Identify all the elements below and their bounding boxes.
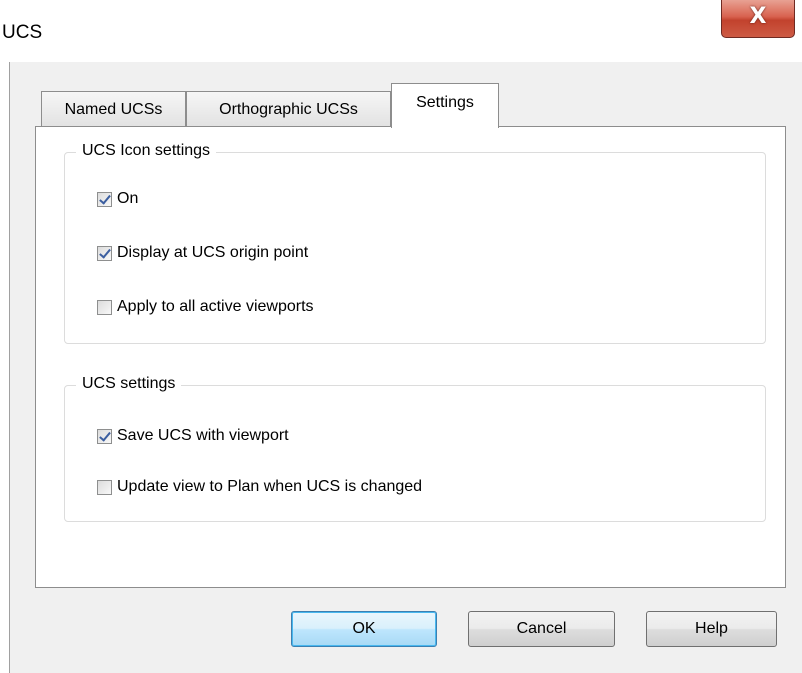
title-bar: UCS X xyxy=(0,0,802,62)
cancel-button[interactable]: Cancel xyxy=(468,611,615,647)
ok-button[interactable]: OK xyxy=(291,611,437,647)
close-button[interactable]: X xyxy=(721,0,795,38)
ucs-settings-title: UCS settings xyxy=(76,375,182,393)
checkbox-display-at-origin[interactable]: Display at UCS origin point xyxy=(97,244,308,262)
tab-settings[interactable]: Settings xyxy=(391,83,499,128)
tab-label: Orthographic UCSs xyxy=(219,100,358,118)
checkbox-unchecked-icon[interactable] xyxy=(97,299,112,315)
checkbox-label: Apply to all active viewports xyxy=(117,298,314,315)
tab-orthographic-ucss[interactable]: Orthographic UCSs xyxy=(186,91,391,127)
checkbox-label: Update view to Plan when UCS is changed xyxy=(117,478,423,495)
tab-named-ucss[interactable]: Named UCSs xyxy=(41,91,186,127)
checkbox-label: On xyxy=(117,190,139,207)
checkbox-checked-icon[interactable] xyxy=(97,428,112,444)
checkbox-label: Display at UCS origin point xyxy=(117,244,309,261)
help-button[interactable]: Help xyxy=(646,611,777,647)
tab-label: Named UCSs xyxy=(64,100,163,118)
checkbox-apply-all-viewports[interactable]: Apply to all active viewports xyxy=(97,298,314,316)
ucs-settings-group xyxy=(64,385,766,522)
ucs-icon-settings-title: UCS Icon settings xyxy=(76,142,217,160)
checkbox-save-ucs-with-viewport[interactable]: Save UCS with viewport xyxy=(97,427,289,445)
checkbox-checked-icon[interactable] xyxy=(97,191,112,207)
checkbox-checked-icon[interactable] xyxy=(97,245,112,261)
window-title: UCS xyxy=(2,22,43,43)
checkbox-update-view-to-plan[interactable]: Update view to Plan when UCS is changed xyxy=(97,478,422,496)
checkbox-label: Save UCS with viewport xyxy=(117,427,289,444)
checkbox-unchecked-icon[interactable] xyxy=(97,479,112,495)
checkbox-on[interactable]: On xyxy=(97,190,138,208)
tab-label: Settings xyxy=(416,94,474,111)
close-icon: X xyxy=(749,4,767,29)
